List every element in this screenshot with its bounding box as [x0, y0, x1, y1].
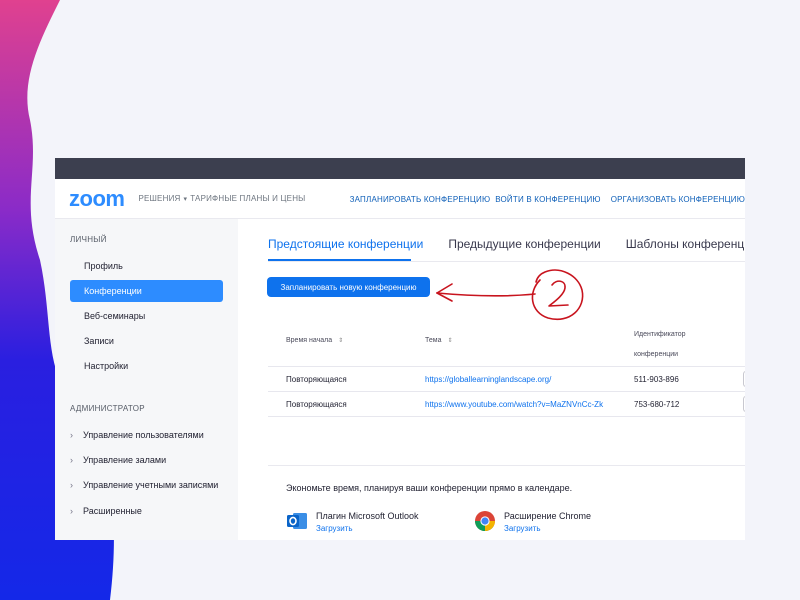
- sidebar-admin-label: Управление учетными записями: [83, 480, 219, 490]
- tab-previous[interactable]: Предыдущие конференции: [448, 237, 600, 259]
- sidebar-item-settings[interactable]: Настройки: [70, 355, 223, 377]
- sidebar-admin-account-management[interactable]: › Управление учетными записями: [70, 480, 218, 490]
- column-header-label: Идентификатор: [634, 331, 686, 338]
- table-row[interactable]: Повторяющаяся https://globallearningland…: [268, 366, 745, 391]
- chevron-right-icon: ›: [70, 506, 73, 516]
- row-topic-link[interactable]: https://globallearninglandscape.org/: [425, 367, 551, 392]
- column-header-start-time[interactable]: Время начала ⇕: [286, 331, 343, 351]
- row-action-button[interactable]: [743, 371, 745, 387]
- nav-host-meeting[interactable]: ОРГАНИЗОВАТЬ КОНФЕРЕНЦИЮ: [611, 195, 745, 204]
- row-meeting-id: 753-680-712: [634, 400, 680, 409]
- sidebar-item-webinars[interactable]: Веб-семинары: [70, 305, 223, 327]
- nav-join-meeting[interactable]: ВОЙТИ В КОНФЕРЕНЦИЮ: [495, 195, 600, 204]
- chrome-extension-name: Расширение Chrome: [504, 511, 591, 521]
- sidebar-item-recordings[interactable]: Записи: [70, 330, 223, 352]
- chrome-icon: [475, 511, 495, 531]
- sidebar-section-personal: ЛИЧНЫЙ: [70, 235, 107, 244]
- promo-divider: [268, 465, 745, 466]
- table-divider: [268, 416, 745, 417]
- column-header-meeting-id: Идентификатор конференции: [634, 325, 686, 365]
- sidebar-item-meetings[interactable]: Конференции: [70, 280, 223, 302]
- caret-down-icon: ▾: [183, 195, 188, 203]
- sort-icon: ⇕: [447, 338, 453, 344]
- row-topic-link[interactable]: https://www.youtube.com/watch?v=MaZNVnCc…: [425, 392, 603, 417]
- sidebar-admin-advanced[interactable]: › Расширенные: [70, 506, 142, 516]
- table-row[interactable]: Повторяющаяся https://www.youtube.com/wa…: [268, 391, 745, 416]
- schedule-new-meeting-button[interactable]: Запланировать новую конференцию: [267, 277, 430, 297]
- sidebar-section-admin: АДМИНИСТРАТОР: [70, 404, 145, 413]
- chevron-right-icon: ›: [70, 430, 73, 440]
- outlook-plugin: Плагин Microsoft Outlook Загрузить: [286, 510, 419, 536]
- column-header-label: Время начала: [286, 337, 333, 344]
- nav-plans-pricing[interactable]: ТАРИФНЫЕ ПЛАНЫ И ЦЕНЫ: [190, 194, 305, 203]
- outlook-plugin-name: Плагин Microsoft Outlook: [316, 511, 419, 521]
- tab-templates[interactable]: Шаблоны конференций: [626, 237, 745, 259]
- sidebar-admin-user-management[interactable]: › Управление пользователями: [70, 430, 204, 440]
- nav-left: РЕШЕНИЯ ▾ ТАРИФНЫЕ ПЛАНЫ И ЦЕНЫ: [138, 194, 305, 203]
- nav-schedule-meeting[interactable]: ЗАПЛАНИРОВАТЬ КОНФЕРЕНЦИЮ: [350, 195, 491, 204]
- site-header: zoom РЕШЕНИЯ ▾ ТАРИФНЫЕ ПЛАНЫ И ЦЕНЫ ЗАП…: [55, 179, 745, 219]
- column-header-label: конференции: [634, 351, 679, 358]
- sidebar-admin-label: Управление залами: [83, 455, 167, 465]
- row-time: Повторяющаяся: [286, 375, 347, 384]
- sort-icon: ⇕: [338, 338, 344, 344]
- zoom-logo[interactable]: zoom: [69, 186, 125, 212]
- tabs-divider: [268, 261, 745, 262]
- chrome-download-link[interactable]: Загрузить: [504, 522, 591, 536]
- browser-top-bar: [55, 158, 745, 179]
- outlook-download-link[interactable]: Загрузить: [316, 522, 419, 536]
- chrome-extension: Расширение Chrome Загрузить: [474, 510, 591, 536]
- row-meeting-id: 511-903-896: [634, 375, 679, 384]
- sidebar-admin-room-management[interactable]: › Управление залами: [70, 455, 166, 465]
- column-header-topic[interactable]: Тема ⇕: [425, 331, 453, 351]
- nav-solutions[interactable]: РЕШЕНИЯ: [138, 194, 180, 203]
- tab-upcoming[interactable]: Предстоящие конференции: [268, 237, 423, 259]
- main-content: Предстоящие конференции Предыдущие конфе…: [238, 219, 745, 540]
- promo-title: Экономьте время, планируя ваши конференц…: [286, 483, 573, 493]
- nav-right: ЗАПЛАНИРОВАТЬ КОНФЕРЕНЦИЮ ВОЙТИ В КОНФЕР…: [345, 179, 745, 219]
- outlook-icon: [287, 513, 307, 529]
- column-header-label: Тема: [425, 337, 442, 344]
- row-time: Повторяющаяся: [286, 400, 347, 409]
- sidebar-admin-label: Управление пользователями: [83, 430, 204, 440]
- sidebar-item-profile[interactable]: Профиль: [70, 255, 223, 277]
- sidebar-admin-label: Расширенные: [83, 506, 142, 516]
- chevron-right-icon: ›: [70, 480, 73, 490]
- sidebar: ЛИЧНЫЙ Профиль Конференции Веб-семинары …: [55, 219, 238, 540]
- browser-window: zoom РЕШЕНИЯ ▾ ТАРИФНЫЕ ПЛАНЫ И ЦЕНЫ ЗАП…: [55, 158, 745, 540]
- row-action-button[interactable]: [743, 396, 745, 412]
- chevron-right-icon: ›: [70, 455, 73, 465]
- meeting-tabs: Предстоящие конференции Предыдущие конфе…: [268, 237, 745, 259]
